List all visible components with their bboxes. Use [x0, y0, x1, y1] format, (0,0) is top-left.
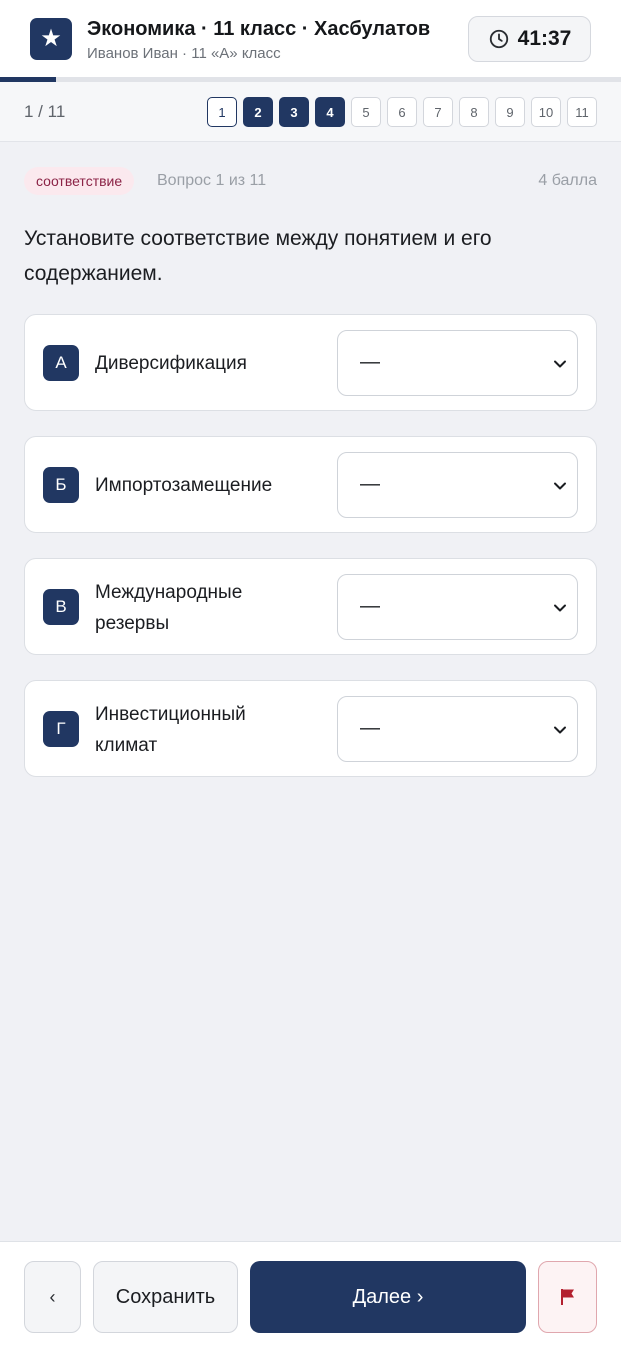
question-number-button[interactable]: 1	[207, 97, 237, 127]
row-term: Инвестиционный климат	[95, 704, 246, 756]
question-number-button[interactable]: 9	[495, 97, 525, 127]
question-number-button[interactable]: 11	[567, 97, 597, 127]
flag-button[interactable]	[538, 1261, 597, 1333]
select-value: —	[360, 595, 380, 617]
student-info: Иванов Иван · 11 «А» класс	[87, 45, 281, 62]
question-number-button[interactable]: 8	[459, 97, 489, 127]
timer: 41:37	[468, 16, 591, 62]
row-term: Международные резервы	[95, 582, 243, 634]
select-value: —	[360, 351, 380, 373]
next-button[interactable]: Далее ›	[250, 1261, 526, 1333]
question-counter: 1 / 11	[24, 102, 66, 121]
select-value: —	[360, 717, 380, 739]
row-letter-badge: Г	[43, 711, 79, 747]
flag-icon	[560, 1289, 574, 1305]
answer-select[interactable]: —	[337, 696, 578, 762]
row-letter-badge: В	[43, 589, 79, 625]
test-title: Экономика · 11 класс · Хасбулатов	[87, 18, 431, 40]
chevron-down-icon	[554, 482, 566, 490]
match-row: Г Инвестиционный климат —	[24, 680, 597, 777]
row-term: Импортозамещение	[95, 475, 273, 496]
question-text: Установите соответствие между понятием и…	[24, 227, 492, 285]
question-number-button[interactable]: 2	[243, 97, 273, 127]
save-button[interactable]: Сохранить	[93, 1261, 238, 1333]
timer-value: 41:37	[517, 27, 572, 50]
question-number-button[interactable]: 10	[531, 97, 561, 127]
question-number-button[interactable]: 4	[315, 97, 345, 127]
chevron-down-icon	[554, 360, 566, 368]
clock-icon	[489, 29, 508, 49]
chevron-down-icon	[554, 604, 566, 612]
match-row: А Диверсификация —	[24, 314, 597, 411]
answer-select[interactable]: —	[337, 574, 578, 640]
footer-bar: ‹ Сохранить Далее ›	[0, 1241, 621, 1350]
header: ★ Экономика · 11 класс · Хасбулатов Иван…	[0, 0, 621, 78]
row-letter-badge: Б	[43, 467, 79, 503]
select-value: —	[360, 473, 380, 495]
question-number-list: 1 2 3 4 5 6 7 8 9 10 11	[207, 97, 597, 127]
row-term: Диверсификация	[95, 353, 247, 374]
row-letter-badge: А	[43, 345, 79, 381]
star-logo-icon: ★	[30, 18, 72, 60]
question-number: Вопрос 1 из 11	[157, 172, 267, 189]
question-number-button[interactable]: 5	[351, 97, 381, 127]
chevron-down-icon	[554, 726, 566, 734]
test-page: ★ Экономика · 11 класс · Хасбулатов Иван…	[0, 0, 621, 1350]
question-type-tag: соответствие	[24, 167, 135, 195]
question-number-button[interactable]: 7	[423, 97, 453, 127]
answer-select[interactable]: —	[337, 452, 578, 518]
question-navigator: 1 / 11 1 2 3 4 5 6 7 8 9 10 11	[0, 82, 621, 142]
match-row: В Международные резервы —	[24, 558, 597, 655]
answer-select[interactable]: —	[337, 330, 578, 396]
question-number-button[interactable]: 6	[387, 97, 417, 127]
prev-button[interactable]: ‹	[24, 1261, 81, 1333]
question-points: 4 балла	[538, 172, 597, 189]
question-number-button[interactable]: 3	[279, 97, 309, 127]
match-row: Б Импортозамещение —	[24, 436, 597, 533]
